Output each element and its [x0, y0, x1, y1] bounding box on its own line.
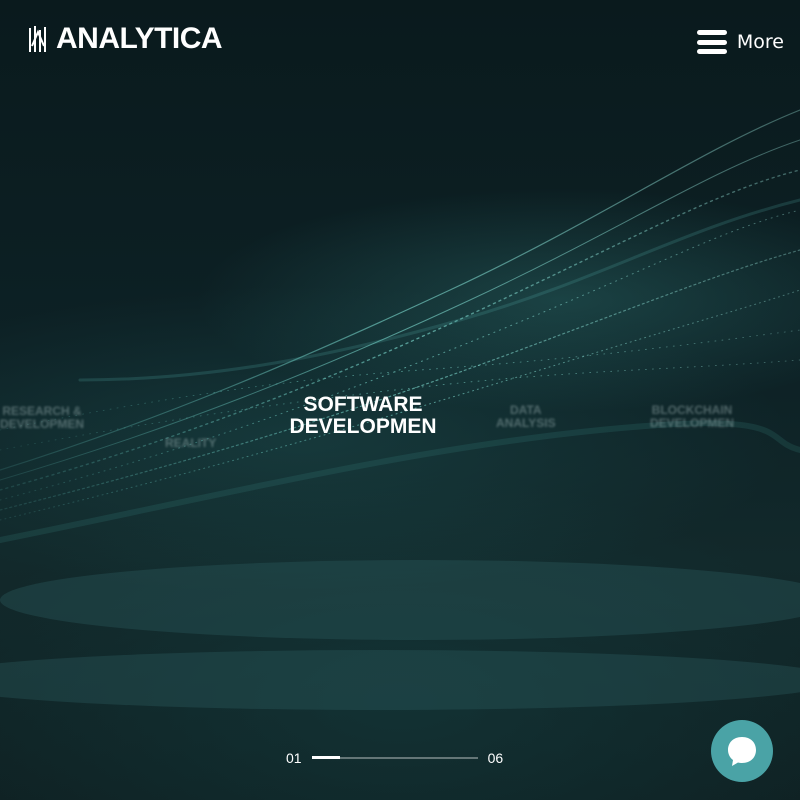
slide-label-line: ANALYSIS [496, 416, 556, 430]
slide-label-line: REALITY [165, 436, 217, 450]
slide-label-blockchain[interactable]: BLOCKCHAIN DEVELOPMEN [650, 404, 734, 430]
slide-title-line1: SOFTWARE [303, 394, 423, 416]
slide-label-reality[interactable]: REALITY [165, 437, 216, 450]
slide-label-line: DEVELOPMEN [0, 417, 85, 431]
brand-logo[interactable]: ANALYTICA [28, 22, 223, 56]
chat-launcher-button[interactable] [711, 720, 773, 782]
slide-pager: 01 06 [286, 750, 503, 766]
more-menu-label: More [736, 31, 784, 53]
chat-bubble-icon [728, 737, 756, 766]
slide-title-line2: DEVELOPMEN [289, 415, 437, 438]
brand-name: ANALYTICA [56, 22, 223, 55]
slide-label-data-analysis[interactable]: DATA ANALYSIS [496, 404, 556, 430]
slide-label-research[interactable]: RESEARCH & DEVELOPMEN [0, 405, 84, 431]
more-menu-button[interactable]: More [696, 30, 784, 54]
current-slide-title[interactable]: SOFTWARE DEVELOPMEN [284, 394, 442, 438]
pager-progress-track[interactable] [311, 756, 478, 759]
pager-total: 06 [487, 750, 504, 766]
slide-label-line: DEVELOPMEN [650, 416, 735, 430]
analytica-logo-icon [29, 26, 46, 52]
pager-current: 01 [286, 750, 302, 766]
hamburger-icon [696, 30, 727, 54]
pager-progress-fill [311, 756, 340, 759]
